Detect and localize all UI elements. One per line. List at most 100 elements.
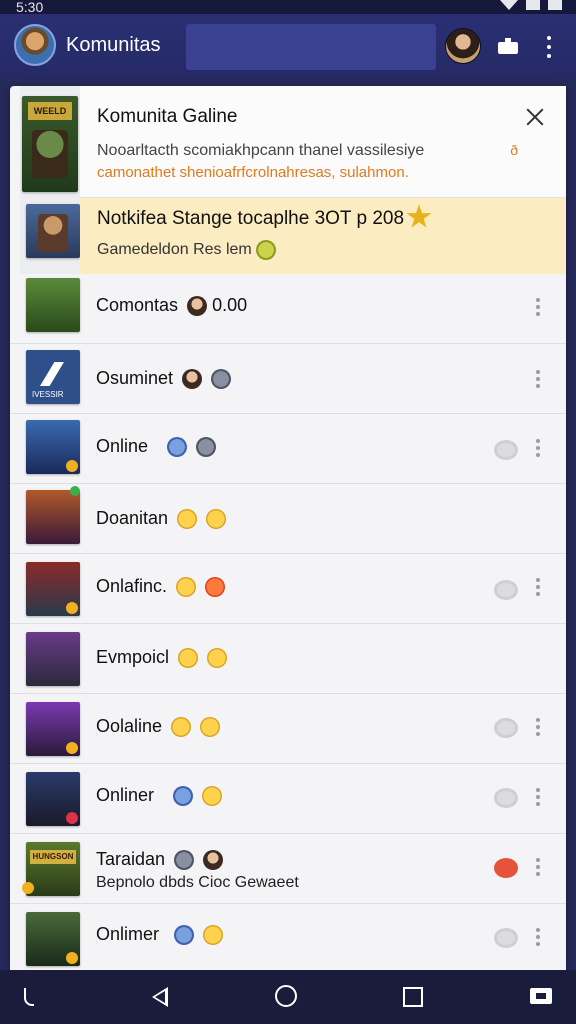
gamepad-icon[interactable]	[528, 982, 558, 1012]
badge-icon	[167, 437, 188, 458]
row-label: Onlimer	[96, 924, 224, 946]
list-item[interactable]: Online	[10, 414, 566, 484]
emoji-icon	[205, 577, 226, 598]
controller-icon	[211, 369, 232, 390]
thumbnail-logo: HUNGSON	[30, 850, 76, 864]
dialog-body: Nooarltacth scomiakhpcann thanel vassile…	[97, 142, 425, 159]
emoji-icon	[255, 240, 276, 260]
emoji-icon	[178, 648, 199, 669]
navigation-bar	[0, 970, 576, 1024]
more-options-icon[interactable]	[535, 298, 541, 316]
row-value: 0.00	[212, 295, 248, 315]
emoji-icon	[202, 786, 223, 807]
row-subtitle: Bepnolo dbds Cioc Gewaeet	[96, 874, 299, 891]
row-label: Taraidan	[96, 849, 224, 871]
badge-icon	[174, 925, 195, 946]
dialog-badge: ð	[510, 142, 518, 158]
status-toggle[interactable]	[494, 858, 518, 878]
thumbnail-logo: IVESSIR	[32, 390, 64, 399]
status-icons	[500, 0, 562, 14]
wifi-icon	[500, 0, 518, 10]
signal-icon	[526, 0, 540, 10]
home-icon[interactable]	[272, 982, 302, 1012]
row-label: Onlafinc.	[96, 576, 226, 598]
camera-icon[interactable]	[498, 38, 518, 54]
row-label: Doanitan	[96, 508, 227, 530]
back-icon[interactable]	[146, 982, 176, 1012]
notice-title: Notkifea Stange tocaplhe 3OT p 208	[97, 208, 405, 229]
dialog-title: Komunita Galine	[97, 106, 238, 127]
game-thumbnail	[26, 772, 80, 826]
overflow-menu-icon[interactable]	[540, 36, 558, 58]
status-time: 5:30	[16, 0, 44, 15]
notice-subtitle: Gamedeldon Res lem	[97, 240, 276, 260]
list-item[interactable]: IVESSIR Osuminet	[10, 344, 566, 414]
list-item[interactable]: Onliner	[10, 764, 566, 834]
row-label: Online	[96, 436, 217, 458]
app-logo	[14, 24, 56, 66]
more-options-icon[interactable]	[535, 858, 541, 876]
avatar-icon	[182, 369, 203, 390]
list-item[interactable]: Doanitan	[10, 484, 566, 554]
music-icon[interactable]	[18, 982, 48, 1012]
row-label: Comontas 0.00	[96, 295, 248, 317]
star-icon	[406, 204, 432, 228]
brand-logo-icon	[40, 362, 64, 386]
avatar-icon	[203, 850, 224, 871]
game-thumbnail: IVESSIR	[26, 350, 80, 404]
badge-icon	[196, 437, 217, 458]
close-icon[interactable]	[524, 106, 546, 128]
game-thumbnail[interactable]: WEELD	[22, 96, 78, 192]
app-bar: Komunitas	[0, 14, 576, 78]
status-toggle[interactable]	[494, 788, 518, 808]
row-label: Oolaline	[96, 716, 221, 738]
notification-dialog: Komunita Galine Nooarltacth scomiakhpcan…	[80, 86, 566, 198]
status-toggle[interactable]	[494, 580, 518, 600]
game-thumbnail	[26, 486, 80, 544]
game-thumbnail	[26, 632, 80, 686]
game-thumbnail	[26, 278, 80, 332]
search-field[interactable]	[186, 24, 436, 70]
more-options-icon[interactable]	[535, 439, 541, 457]
list-item[interactable]: Oolaline	[10, 694, 566, 764]
emoji-icon	[200, 717, 221, 738]
game-thumbnail	[26, 702, 80, 756]
dialog-accent-text: camonathet shenioafrfcrolnahresas, sulah…	[97, 164, 409, 181]
thumbnail-logo: WEELD	[28, 102, 72, 120]
status-bar: 5:30	[0, 0, 576, 14]
battery-icon	[548, 0, 562, 10]
more-options-icon[interactable]	[535, 928, 541, 946]
emoji-icon	[177, 509, 198, 530]
game-thumbnail[interactable]	[26, 204, 80, 258]
status-toggle[interactable]	[494, 440, 518, 460]
more-options-icon[interactable]	[535, 718, 541, 736]
list-item[interactable]: Evmpoicl	[10, 624, 566, 694]
status-toggle[interactable]	[494, 718, 518, 738]
avatar-icon	[174, 850, 195, 871]
avatar-icon	[187, 296, 208, 317]
emoji-icon	[176, 577, 197, 598]
row-label: Evmpoicl	[96, 647, 228, 669]
more-options-icon[interactable]	[535, 578, 541, 596]
game-thumbnail	[26, 912, 80, 966]
game-thumbnail	[26, 420, 80, 474]
list-item[interactable]: Onlafinc.	[10, 554, 566, 624]
list-item[interactable]: HUNGSON Taraidan Bepnolo dbds Cioc Gewae…	[10, 834, 566, 904]
emoji-icon	[207, 648, 228, 669]
app-title: Komunitas	[66, 34, 161, 56]
highlighted-notice[interactable]: Notkifea Stange tocaplhe 3OT p 208 Gamed…	[80, 198, 566, 274]
row-label: Onliner	[96, 785, 223, 807]
row-label: Osuminet	[96, 368, 232, 390]
status-toggle[interactable]	[494, 928, 518, 948]
list-item[interactable]: Comontas 0.00	[10, 274, 566, 344]
list-item[interactable]: Onlimer	[10, 904, 566, 970]
more-options-icon[interactable]	[535, 370, 541, 388]
game-thumbnail	[26, 562, 80, 616]
recents-icon[interactable]	[398, 982, 428, 1012]
more-options-icon[interactable]	[535, 788, 541, 806]
profile-avatar[interactable]	[445, 28, 481, 64]
emoji-icon	[206, 509, 227, 530]
emoji-icon	[203, 925, 224, 946]
game-thumbnail: HUNGSON	[22, 842, 80, 896]
emoji-icon	[171, 717, 192, 738]
